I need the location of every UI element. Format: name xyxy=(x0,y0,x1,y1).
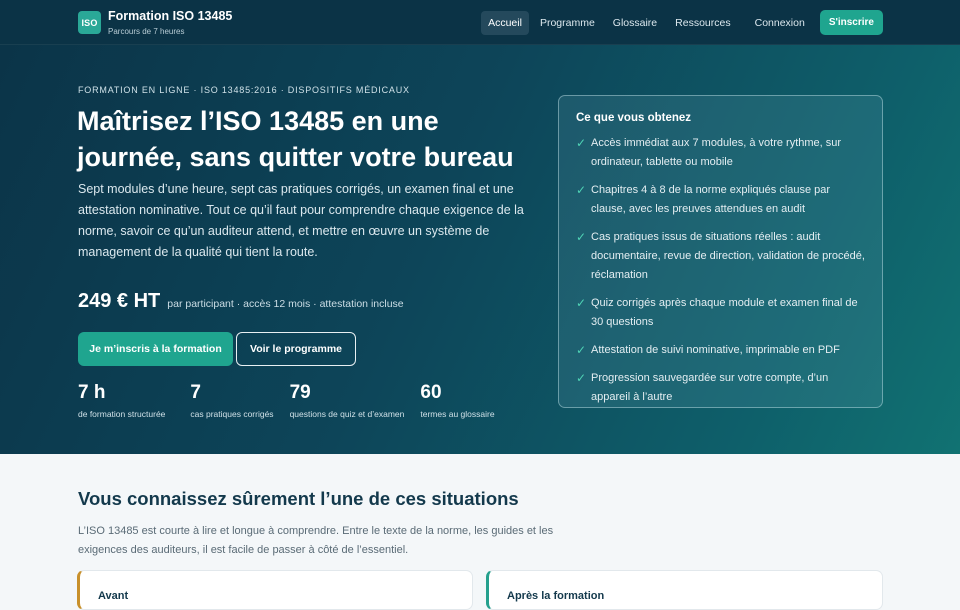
benefit-item: ✓ Progression sauvegardée sur votre comp… xyxy=(576,369,866,407)
section-description: L’ISO 13485 est courte à lire et longue … xyxy=(78,525,554,556)
top-navigation-bar: ISO Formation ISO 13485 Parcours de 7 he… xyxy=(0,0,960,45)
after-card: Après la formation xyxy=(486,570,883,610)
before-card-title: Avant xyxy=(98,590,129,602)
benefit-item: ✓ Chapitres 4 à 8 de la norme expliqués … xyxy=(576,181,866,219)
before-card: Avant xyxy=(77,570,473,610)
price-note: par participant · accès 12 mois · attest… xyxy=(167,298,404,310)
brand-logo: ISO xyxy=(78,11,101,35)
check-icon: ✓ xyxy=(576,296,587,310)
benefit-text: Progression sauvegardée sur votre compte… xyxy=(591,372,829,403)
benefit-item: ✓ Quiz corrigés après chaque module et e… xyxy=(576,294,866,332)
stat-value: 60 xyxy=(420,382,442,403)
nav-item-programme[interactable]: Programme xyxy=(533,11,602,35)
benefits-card: Ce que vous obtenez ✓ Accès immédiat aux… xyxy=(558,95,883,408)
benefit-text: Cas pratiques issus de situations réelle… xyxy=(591,231,865,281)
stat-label: questions de quiz et d’examen xyxy=(289,409,405,419)
stat-value: 7 xyxy=(190,382,201,403)
benefits-list: ✓ Accès immédiat aux 7 modules, à votre … xyxy=(576,134,866,407)
section-title: Vous connaissez sûrement l’une de ces si… xyxy=(78,488,519,509)
stat-value: 7 h xyxy=(78,382,106,403)
benefits-card-title: Ce que vous obtenez xyxy=(576,112,692,124)
brand[interactable]: ISO Formation ISO 13485 Parcours de 7 he… xyxy=(78,10,232,36)
hero-section: FORMATION EN LIGNE · ISO 13485:2016 · DI… xyxy=(0,45,960,454)
benefit-text: Accès immédiat aux 7 modules, à votre ry… xyxy=(591,137,842,168)
check-icon: ✓ xyxy=(576,136,587,150)
brand-title: Formation ISO 13485 xyxy=(108,9,233,23)
hero-title: Maîtrisez l’ISO 13485 en une journée, sa… xyxy=(77,106,514,172)
benefit-item: ✓ Cas pratiques issus de situations réel… xyxy=(576,228,866,285)
stat-label: de formation structurée xyxy=(78,409,166,419)
nav-item-connexion[interactable]: Connexion xyxy=(748,11,812,35)
after-card-title: Après la formation xyxy=(507,590,605,602)
benefit-item: ✓ Attestation de suivi nominative, impri… xyxy=(576,341,866,360)
hero-description: Sept modules d’une heure, sept cas prati… xyxy=(78,182,524,259)
hero-eyebrow: FORMATION EN LIGNE · ISO 13485:2016 · DI… xyxy=(78,85,410,95)
enroll-button[interactable]: Je m’inscris à la formation xyxy=(78,332,233,366)
check-icon: ✓ xyxy=(576,183,587,197)
check-icon: ✓ xyxy=(576,230,587,244)
benefit-text: Attestation de suivi nominative, imprima… xyxy=(591,344,840,356)
stat-label: termes au glossaire xyxy=(420,409,495,419)
situations-section: Vous connaissez sûrement l’une de ces si… xyxy=(0,454,960,610)
nav-item-accueil[interactable]: Accueil xyxy=(481,10,529,35)
stat-hours: 7 h de formation structurée xyxy=(78,381,165,419)
main-nav: Accueil Programme Glossaire Ressources C… xyxy=(477,10,883,35)
benefit-text: Chapitres 4 à 8 de la norme expliqués cl… xyxy=(591,184,831,215)
benefit-item: ✓ Accès immédiat aux 7 modules, à votre … xyxy=(576,134,866,172)
stat-glossary: 60 termes au glossaire xyxy=(420,381,494,419)
stat-label: cas pratiques corrigés xyxy=(190,409,274,419)
price-row: 249 € HT par participant · accès 12 mois… xyxy=(78,290,404,313)
check-icon: ✓ xyxy=(576,343,587,357)
nav-item-glossaire[interactable]: Glossaire xyxy=(606,11,664,35)
stat-cases: 7 cas pratiques corrigés xyxy=(190,381,273,419)
view-program-button[interactable]: Voir le programme xyxy=(236,332,356,366)
nav-item-ressources[interactable]: Ressources xyxy=(668,11,737,35)
benefit-text: Quiz corrigés après chaque module et exa… xyxy=(591,297,858,328)
brand-text: Formation ISO 13485 Parcours de 7 heures xyxy=(108,10,232,36)
stat-questions: 79 questions de quiz et d’examen xyxy=(290,381,405,419)
stat-value: 79 xyxy=(289,382,311,403)
price: 249 € HT xyxy=(78,290,161,312)
check-icon: ✓ xyxy=(576,371,587,385)
signup-button[interactable]: S'inscrire xyxy=(819,10,883,35)
brand-subtitle: Parcours de 7 heures xyxy=(108,26,185,36)
stats-row: 7 h de formation structurée 7 cas pratiq… xyxy=(78,381,510,419)
